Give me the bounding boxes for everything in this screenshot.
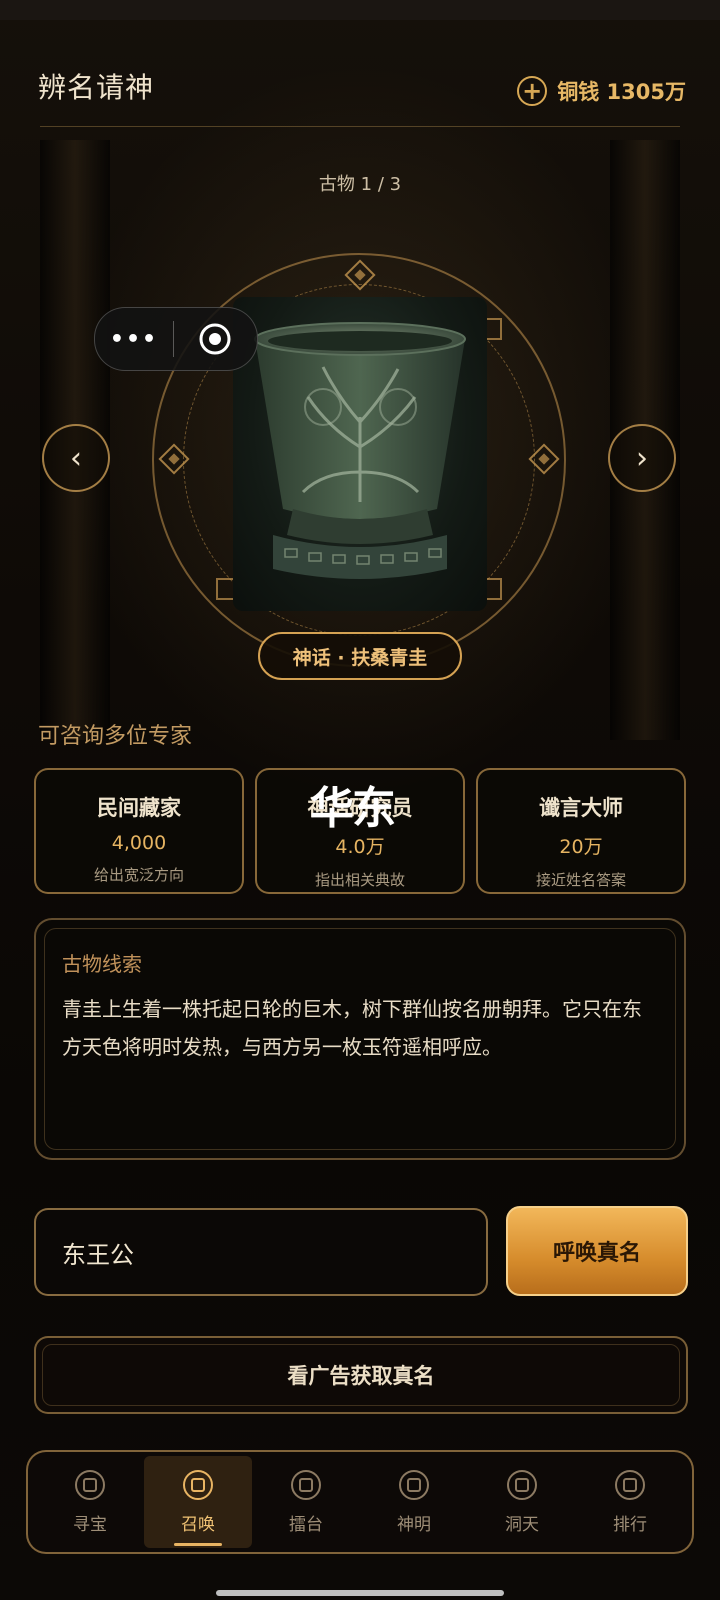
- clue-text: 青圭上生着一株托起日轮的巨木，树下群仙按名册朝拜。它只在东方天色将明时发热，与西…: [62, 997, 642, 1059]
- tab-label: 寻宝: [73, 1514, 107, 1535]
- expert-name: 谶言大师: [539, 796, 623, 820]
- expert-name: 民间藏家: [97, 796, 181, 820]
- more-menu-button[interactable]: •••: [95, 327, 173, 352]
- answer-field[interactable]: [34, 1208, 488, 1296]
- artifact-image: [233, 297, 487, 611]
- clue-panel: 古物线索 青圭上生着一株托起日轮的巨木，树下群仙按名册朝拜。它只在东方天色将明时…: [34, 918, 686, 1160]
- add-coins-icon[interactable]: +: [517, 76, 548, 106]
- expert-cost: 20万: [559, 836, 603, 858]
- expert-card-prophet[interactable]: 谶言大师 20万 接近姓名答案: [476, 768, 686, 894]
- watch-ad-button[interactable]: 看广告获取真名: [34, 1336, 688, 1414]
- arena-icon: [291, 1469, 321, 1500]
- expert-desc: 给出宽泛方向: [93, 866, 184, 884]
- mini-program-capsule: •••: [94, 307, 258, 371]
- clue-label: 古物线索: [62, 952, 142, 976]
- expert-cost: 4,000: [111, 832, 167, 854]
- next-artifact-button[interactable]: ›: [608, 424, 676, 492]
- artifact-name-tag: 神话 · 扶桑青圭: [258, 632, 462, 680]
- tab-label: 洞天: [505, 1514, 539, 1535]
- deity-icon: [399, 1469, 429, 1500]
- watch-ad-label: 看广告获取真名: [287, 1364, 435, 1388]
- summon-button[interactable]: 呼唤真名: [506, 1206, 688, 1296]
- tab-label: 擂台: [289, 1514, 323, 1535]
- bottom-tab-bar: 寻宝 召唤 擂台 神明 洞天 排行: [26, 1450, 694, 1554]
- expert-desc: 接近姓名答案: [535, 871, 626, 889]
- overlay-watermark-text: 华东: [310, 783, 396, 834]
- page-title: 辨名请神: [38, 71, 155, 104]
- tab-label: 召唤: [181, 1514, 215, 1535]
- tab-cave[interactable]: 洞天: [468, 1456, 576, 1548]
- treasure-icon: [75, 1469, 105, 1500]
- cave-icon: [507, 1469, 537, 1500]
- rank-icon: [615, 1469, 645, 1500]
- tab-label: 排行: [613, 1514, 647, 1535]
- expert-desc: 指出相关典故: [314, 871, 405, 889]
- expert-card-collector[interactable]: 民间藏家 4,000 给出宽泛方向: [34, 768, 244, 894]
- experts-section-title: 可咨询多位专家: [38, 724, 193, 749]
- summon-icon: [183, 1469, 213, 1500]
- coin-amount: 铜钱 1305万: [557, 80, 686, 104]
- tab-label: 神明: [397, 1514, 431, 1535]
- target-icon: [199, 323, 231, 355]
- header-divider: [40, 126, 680, 127]
- close-miniprogram-button[interactable]: [174, 322, 256, 356]
- tab-summon[interactable]: 召唤: [144, 1456, 252, 1548]
- tab-arena[interactable]: 擂台: [252, 1456, 360, 1548]
- tab-rank[interactable]: 排行: [576, 1456, 684, 1548]
- prev-artifact-button[interactable]: ‹: [42, 424, 110, 492]
- status-bar: [0, 0, 720, 20]
- home-indicator[interactable]: [216, 1590, 504, 1596]
- jade-cup-illustration: [254, 322, 466, 579]
- coin-balance: + 铜钱 1305万: [517, 76, 686, 106]
- answer-input[interactable]: [60, 1237, 464, 1267]
- artifact-counter: 古物 1 / 3: [318, 174, 402, 195]
- tab-treasure[interactable]: 寻宝: [36, 1456, 144, 1548]
- tab-deity[interactable]: 神明: [360, 1456, 468, 1548]
- expert-cost: 4.0万: [335, 836, 385, 858]
